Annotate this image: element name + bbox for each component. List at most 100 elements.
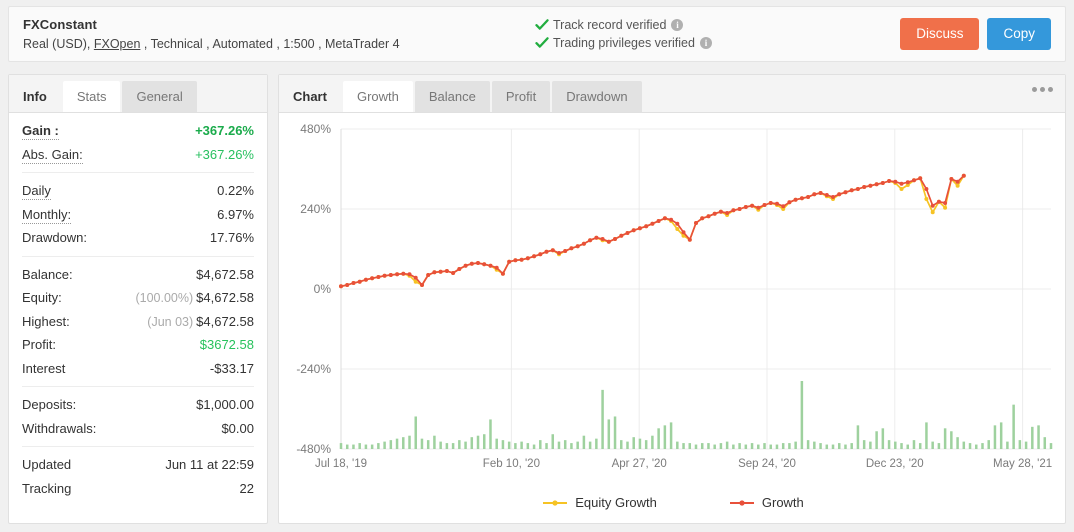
- account-header-left: FXConstant Real (USD), FXOpen , Technica…: [9, 16, 529, 53]
- stat-label[interactable]: Monthly:: [22, 207, 72, 224]
- series-point: [650, 221, 655, 226]
- series-point: [793, 197, 798, 202]
- volume-bar: [389, 440, 393, 449]
- info-icon[interactable]: i: [671, 19, 684, 31]
- check-icon: [535, 36, 549, 50]
- tab-general[interactable]: General: [122, 81, 197, 112]
- volume-bar: [1037, 425, 1040, 449]
- volume-bar: [352, 444, 355, 449]
- series-point: [625, 231, 630, 235]
- series-point: [806, 195, 811, 199]
- tab-profit[interactable]: Profit: [491, 81, 551, 112]
- volume-bar: [676, 441, 679, 449]
- volume-bar: [806, 440, 810, 449]
- series-point: [712, 211, 717, 216]
- series-point: [936, 199, 941, 204]
- volume-bar: [626, 441, 629, 449]
- volume-bar: [395, 438, 399, 449]
- stat-value: Jun 11 at 22:59: [165, 457, 254, 472]
- broker-link[interactable]: FXOpen: [94, 37, 141, 51]
- chart-legend: Equity Growth Growth: [279, 495, 1067, 510]
- series-point: [426, 273, 431, 277]
- stat-label[interactable]: Daily: [22, 183, 51, 200]
- stat-row-tracking: Tracking 22: [22, 477, 254, 501]
- tab-chart[interactable]: Chart: [279, 81, 341, 112]
- legend-item-equity-growth[interactable]: Equity Growth: [542, 495, 657, 510]
- volume-bar: [713, 444, 716, 449]
- series-point: [401, 271, 406, 276]
- volume-bar: [925, 422, 928, 449]
- volume-bar: [750, 443, 754, 449]
- legend-item-growth[interactable]: Growth: [729, 495, 804, 510]
- series-point: [507, 259, 512, 264]
- volume-bar: [881, 428, 885, 449]
- stat-label[interactable]: Gain :: [22, 123, 59, 140]
- tab-balance[interactable]: Balance: [414, 81, 490, 112]
- y-axis-tick-label: -480%: [296, 442, 331, 456]
- check-icon: [535, 18, 549, 32]
- stat-label: Withdrawals:: [22, 420, 97, 436]
- tab-stats[interactable]: Stats: [62, 81, 121, 112]
- series-point: [488, 263, 493, 268]
- stat-row-drawdown: Drawdown: 17.76%: [22, 226, 254, 250]
- volume-bar: [837, 443, 841, 449]
- series-point: [675, 227, 680, 231]
- tab-info[interactable]: Info: [9, 81, 61, 112]
- stat-label[interactable]: Abs. Gain:: [22, 147, 83, 164]
- stat-row-equity: Equity: (100.00%) $4,672.58: [22, 286, 254, 310]
- y-axis-tick-label: -240%: [296, 362, 331, 376]
- volume-bar: [601, 389, 604, 449]
- series-point: [444, 269, 449, 273]
- series-point: [538, 252, 543, 257]
- series-point: [395, 272, 400, 277]
- tab-drawdown[interactable]: Drawdown: [552, 81, 642, 112]
- volume-bar: [700, 443, 704, 449]
- series-point: [687, 237, 692, 242]
- volume-bar: [738, 443, 741, 449]
- volume-bar: [464, 441, 467, 449]
- series-point: [812, 192, 817, 197]
- stat-row-daily: Daily 0.22%: [22, 179, 254, 203]
- series-point: [681, 230, 686, 235]
- volume-bar: [563, 440, 567, 449]
- tab-growth[interactable]: Growth: [342, 81, 413, 112]
- info-icon[interactable]: i: [699, 37, 712, 49]
- stats-group: Balance: $4,672.58 Equity: (100.00%) $4,6…: [22, 257, 254, 387]
- volume-bar: [613, 416, 617, 449]
- series-point: [563, 249, 568, 253]
- series-point: [476, 261, 480, 265]
- stat-label: Equity:: [22, 290, 62, 305]
- stat-note: (Jun 03): [147, 314, 194, 329]
- volume-bar: [962, 441, 966, 449]
- stat-label: Drawdown:: [22, 230, 88, 245]
- copy-button[interactable]: Copy: [987, 18, 1051, 50]
- series-point: [469, 261, 474, 266]
- stat-value: 17.76%: [209, 230, 254, 245]
- discuss-button[interactable]: Discuss: [900, 18, 980, 50]
- volume-bar: [345, 444, 349, 449]
- volume-bar: [570, 443, 573, 449]
- series-point: [955, 183, 960, 188]
- stats-list: Daily 0.22% Monthly: 6.97% Drawdown: 17.…: [9, 173, 267, 256]
- volume-bar: [607, 419, 611, 449]
- x-axis-tick-label: Jul 18, '19: [315, 458, 367, 470]
- legend-swatch-growth: [729, 499, 754, 506]
- y-axis-tick-label: 0%: [314, 282, 332, 296]
- series-point: [943, 201, 948, 205]
- volume-bar: [377, 443, 380, 449]
- more-options-icon[interactable]: [1032, 87, 1053, 92]
- series-point: [662, 216, 667, 221]
- volume-bar: [669, 422, 673, 449]
- volume-bar: [439, 441, 442, 449]
- verification-label: Trading privileges verified: [553, 36, 695, 50]
- series-point: [855, 187, 860, 191]
- volume-bar: [1006, 441, 1009, 449]
- series-point: [750, 203, 755, 208]
- series-point: [924, 197, 929, 201]
- series-point: [880, 181, 885, 185]
- stats-list: Updated Jun 11 at 22:59 Tracking 22: [9, 447, 267, 506]
- volume-bar: [651, 435, 654, 449]
- series-point: [706, 214, 711, 219]
- series-point: [899, 181, 904, 186]
- series-point: [899, 187, 904, 191]
